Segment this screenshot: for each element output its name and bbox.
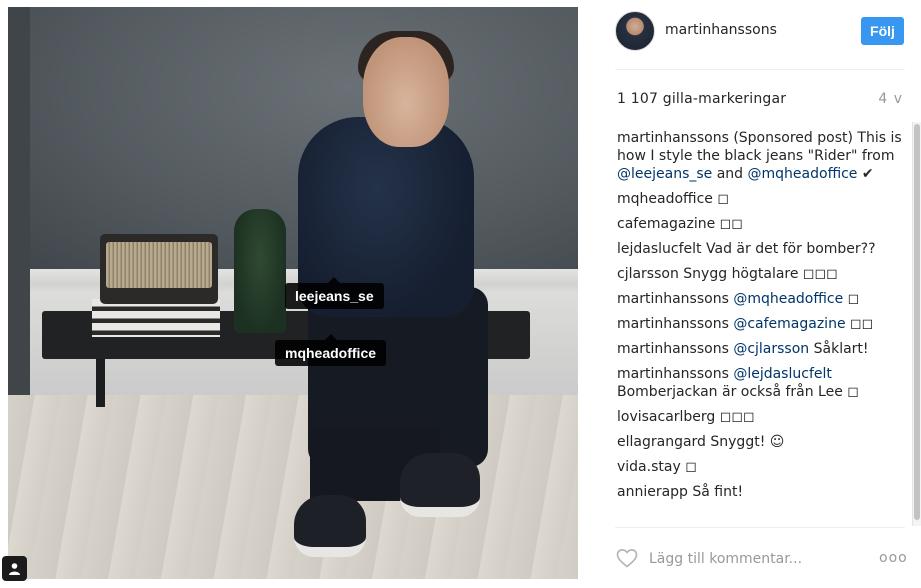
photo-shoe <box>294 495 366 557</box>
comment-username[interactable]: mqheadoffice <box>617 191 713 207</box>
comment-mention-link[interactable]: @mqheadoffice <box>748 166 858 182</box>
photo-books <box>92 299 220 337</box>
comment-username[interactable]: martinhanssons <box>617 130 729 146</box>
add-comment-input[interactable] <box>649 547 859 571</box>
comment-username[interactable]: cafemagazine <box>617 216 715 232</box>
comment-item: lovisacarlberg ◻◻◻ <box>617 408 903 426</box>
comment-item: martinhanssons @cjlarsson Såklart! <box>617 340 903 358</box>
comment-username[interactable]: lovisacarlberg <box>617 409 715 425</box>
photo-wall-shadow <box>8 7 30 397</box>
comment-text: Snyggt! ☺ <box>705 434 785 450</box>
comment-mention-link[interactable]: @cafemagazine <box>729 316 845 332</box>
comment-username[interactable]: vida.stay <box>617 459 681 475</box>
person-icon <box>9 563 20 575</box>
heart-icon[interactable] <box>615 546 639 570</box>
photo-shoe <box>400 453 480 517</box>
comment-mention-link[interactable]: @leejeans_se <box>617 166 712 182</box>
comment-username[interactable]: martinhanssons <box>617 366 729 382</box>
comment-text: ◻◻ <box>715 216 743 232</box>
comment-item: martinhanssons @lejdaslucfelt Bomberjack… <box>617 365 903 401</box>
comment-mention-link[interactable]: @mqheadoffice <box>729 291 843 307</box>
more-options-icon[interactable]: ooo <box>879 550 908 566</box>
photo-wall <box>8 7 578 275</box>
comment-username[interactable]: ellagrangard <box>617 434 706 450</box>
photo-tag-mqheadoffice[interactable]: mqheadoffice <box>275 334 387 366</box>
photo-person-head <box>363 37 449 147</box>
comment-text: ◻ <box>843 291 860 307</box>
comment-text: Snygg högtalare ◻◻◻ <box>678 266 838 282</box>
photo-speaker <box>100 234 218 304</box>
comment-item: cjlarsson Snygg högtalare ◻◻◻ <box>617 265 903 283</box>
follow-button[interactable]: Följ <box>861 17 904 45</box>
comment-text: ✔ <box>857 166 874 182</box>
comment-item: vida.stay ◻ <box>617 458 903 476</box>
comment-text: Vad är det för bomber?? <box>701 241 876 257</box>
comment-username[interactable]: martinhanssons <box>617 291 729 307</box>
post-timestamp[interactable]: 4 v <box>878 91 903 107</box>
comment-item: cafemagazine ◻◻ <box>617 215 903 233</box>
comment-username[interactable]: cjlarsson <box>617 266 679 282</box>
avatar[interactable] <box>615 11 655 51</box>
comment-text: Så fint! <box>687 484 744 500</box>
comment-item: mqheadoffice ◻ <box>617 190 903 208</box>
comment-text: ◻ <box>680 459 697 475</box>
comment-list[interactable]: martinhanssons (Sponsored post) This is … <box>617 129 903 522</box>
comment-item: martinhanssons @cafemagazine ◻◻ <box>617 315 903 333</box>
post-author-username[interactable]: martinhanssons <box>665 22 777 38</box>
comment-scrollbar[interactable] <box>912 122 921 526</box>
comment-text: ◻ <box>712 191 729 207</box>
comment-text: ◻◻ <box>845 316 874 332</box>
post-photo[interactable]: leejeans_se mqheadoffice <box>0 0 583 588</box>
comment-username[interactable]: lejdaslucfelt <box>617 241 702 257</box>
photo-bench-leg <box>96 357 105 407</box>
comment-text: Bomberjackan är också från Lee ◻ <box>617 384 859 400</box>
comment-item: lejdaslucfelt Vad är det för bomber?? <box>617 240 903 258</box>
add-comment-row: ooo <box>615 542 908 578</box>
post-details-panel: martinhanssons Följ 1 107 gilla-markerin… <box>583 0 921 588</box>
comment-username[interactable]: annierapp <box>617 484 688 500</box>
likes-row: 1 107 gilla-markeringar 4 v <box>617 91 903 111</box>
comment-item: annierapp Så fint! <box>617 483 903 501</box>
comment-item: martinhanssons (Sponsored post) This is … <box>617 129 903 183</box>
divider <box>615 527 905 528</box>
comment-mention-link[interactable]: @lejdaslucfelt <box>729 366 832 382</box>
likes-count[interactable]: 1 107 gilla-markeringar <box>617 91 786 107</box>
photo-speaker-grill <box>106 242 212 288</box>
comment-text: Såklart! <box>809 341 869 357</box>
comment-username[interactable]: martinhanssons <box>617 316 729 332</box>
comment-text: and <box>712 166 748 182</box>
comment-text: ◻◻◻ <box>715 409 755 425</box>
comment-mention-link[interactable]: @cjlarsson <box>729 341 809 357</box>
post-image[interactable]: leejeans_se mqheadoffice <box>8 7 578 579</box>
photo-floor <box>8 395 578 579</box>
comment-item: ellagrangard Snyggt! ☺ <box>617 433 903 451</box>
user-tags-icon[interactable] <box>2 556 27 581</box>
comment-item: martinhanssons @mqheadoffice ◻ <box>617 290 903 308</box>
post-header: martinhanssons Följ <box>615 10 905 54</box>
comment-username[interactable]: martinhanssons <box>617 341 729 357</box>
divider <box>615 69 905 70</box>
photo-tag-leejeans[interactable]: leejeans_se <box>285 277 384 309</box>
photo-cactus-vase <box>234 209 286 333</box>
scrollbar-thumb[interactable] <box>914 124 920 520</box>
